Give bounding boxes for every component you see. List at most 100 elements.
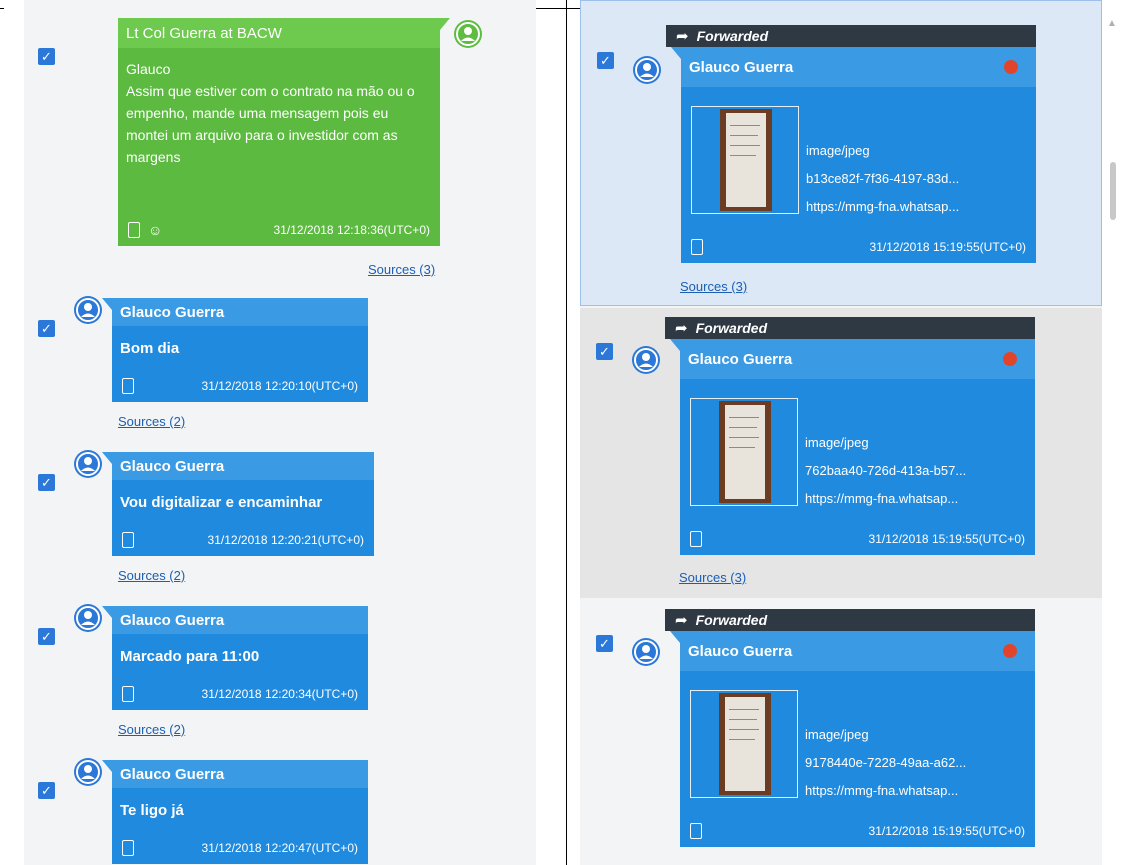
image-thumbnail[interactable] — [690, 690, 798, 798]
sender-name: Glauco Guerra — [689, 58, 794, 76]
document-image — [725, 405, 765, 499]
red-dot-icon — [1003, 644, 1017, 658]
sources-link[interactable]: Sources (2) — [118, 414, 185, 429]
phone-icon — [690, 823, 702, 839]
sender-header: Glauco Guerra — [112, 298, 368, 326]
message-timestamp: 31/12/2018 15:19:55(UTC+0) — [868, 824, 1025, 838]
message-timestamp: 31/12/2018 12:20:34(UTC+0) — [201, 687, 358, 701]
message-footer: 31/12/2018 12:20:21(UTC+0) — [122, 532, 364, 548]
bubble-tail — [102, 298, 112, 310]
forwarded-banner: ➦ Forwarded — [665, 609, 1035, 631]
message-checkbox[interactable]: ✓ — [596, 635, 613, 652]
bubble-tail — [102, 606, 112, 618]
message-footer: 31/12/2018 15:19:55(UTC+0) — [690, 531, 1025, 547]
forwarded-label: Forwarded — [696, 28, 769, 44]
message-bubble: Glauco Guerra Bom dia 31/12/2018 12:20:1… — [102, 298, 368, 402]
sources-link[interactable]: Sources (3) — [679, 570, 746, 585]
image-thumbnail[interactable] — [690, 398, 798, 506]
message-bubble: Glauco Guerra image/jpeg b13ce82f-7f36-4… — [671, 47, 1036, 263]
file-url: https://mmg-fna.whatsap... — [805, 491, 959, 506]
top-rule-middle — [530, 8, 582, 9]
file-name: 762baa40-726d-413a-b57... — [805, 463, 967, 478]
red-dot-icon — [1004, 60, 1018, 74]
text-line — [729, 447, 755, 448]
red-dot-icon — [1003, 352, 1017, 366]
text-line — [729, 709, 759, 710]
file-mime-type: image/jpeg — [805, 727, 869, 742]
text-line — [730, 135, 758, 136]
sender-name: Glauco Guerra — [688, 350, 793, 368]
text-line — [729, 427, 757, 428]
bubble-tail — [102, 760, 112, 772]
photo-preview — [720, 109, 772, 211]
text-line — [729, 739, 755, 740]
vertical-scrollbar[interactable]: ▲ — [1102, 0, 1123, 865]
file-name: b13ce82f-7f36-4197-83d... — [806, 171, 960, 186]
message-timestamp: 31/12/2018 15:19:55(UTC+0) — [869, 240, 1026, 254]
sources-link[interactable]: Sources (3) — [680, 279, 747, 294]
message-checkbox[interactable]: ✓ — [38, 474, 55, 491]
sender-name: Glauco Guerra — [120, 303, 225, 321]
message-row-selected[interactable]: ✓ ➦ Forwarded Glauco Guerra image/jpeg b… — [580, 0, 1102, 306]
user-avatar-icon — [74, 296, 102, 324]
text-line — [729, 437, 759, 438]
message-timestamp: 31/12/2018 15:19:55(UTC+0) — [868, 532, 1025, 546]
bubble-tail — [102, 452, 112, 464]
document-image — [725, 697, 765, 791]
bubble-tail — [671, 47, 681, 59]
message-checkbox[interactable]: ✓ — [597, 52, 614, 69]
text-line — [729, 719, 757, 720]
sender-name: Glauco Guerra — [120, 765, 225, 783]
forward-arrow-icon: ➦ — [676, 28, 689, 45]
sender-header: Glauco Guerra — [112, 606, 368, 634]
sources-link[interactable]: Sources (2) — [118, 568, 185, 583]
message-text: Vou digitalizar e encaminhar — [120, 494, 323, 511]
phone-icon — [690, 531, 702, 547]
bubble-tail — [440, 18, 450, 30]
message-text: Glauco Assim que estiver com o contrato … — [126, 61, 415, 165]
user-avatar-icon — [74, 758, 102, 786]
message-timestamp: 31/12/2018 12:20:21(UTC+0) — [207, 533, 364, 547]
message-checkbox[interactable]: ✓ — [38, 320, 55, 337]
user-avatar-icon — [633, 56, 661, 84]
message-footer: ☺ 31/12/2018 12:18:36(UTC+0) — [128, 222, 430, 238]
message-checkbox[interactable]: ✓ — [38, 48, 55, 65]
image-thumbnail[interactable] — [691, 106, 799, 214]
scroll-up-arrow-icon[interactable]: ▲ — [1107, 18, 1117, 29]
message-bubble: Lt Col Guerra at BACW Glauco Assim que e… — [118, 18, 450, 246]
sender-header: Glauco Guerra — [681, 47, 1036, 87]
sources-link[interactable]: Sources (2) — [118, 722, 185, 737]
user-avatar-icon — [632, 638, 660, 666]
file-name: 9178440e-7228-49aa-a62... — [805, 755, 967, 770]
message-row[interactable]: ✓ ➦ Forwarded Glauco Guerra — [580, 600, 1102, 865]
sender-name: Lt Col Guerra at BACW — [126, 24, 282, 42]
message-bubble: Glauco Guerra Marcado para 11:00 31/12/2… — [102, 606, 368, 710]
message-checkbox[interactable]: ✓ — [38, 628, 55, 645]
scrollbar-thumb[interactable] — [1110, 162, 1116, 220]
file-url: https://mmg-fna.whatsap... — [805, 783, 959, 798]
forwarded-label: Forwarded — [695, 612, 768, 628]
sources-link[interactable]: Sources (3) — [368, 262, 435, 277]
message-timestamp: 31/12/2018 12:20:47(UTC+0) — [201, 841, 358, 855]
sender-name: Glauco Guerra — [120, 611, 225, 629]
sender-header: Glauco Guerra — [112, 760, 368, 788]
message-bubble: Glauco Guerra Te ligo já 31/12/2018 12:2… — [102, 760, 368, 864]
file-mime-type: image/jpeg — [806, 143, 870, 158]
message-text: Te ligo já — [120, 802, 184, 819]
text-line — [729, 417, 759, 418]
sender-header: Lt Col Guerra at BACW — [118, 18, 440, 48]
message-bubble: Glauco Guerra image/jpeg 762baa40-726d-4… — [670, 339, 1035, 555]
message-row[interactable]: ✓ ➦ Forwarded Glauco Guerra — [580, 308, 1102, 598]
message-footer: 31/12/2018 15:19:55(UTC+0) — [690, 823, 1025, 839]
message-timestamp: 31/12/2018 12:20:10(UTC+0) — [201, 379, 358, 393]
photo-preview — [719, 693, 771, 795]
file-meta: image/jpeg 762baa40-726d-413a-b57... htt… — [805, 429, 966, 513]
forwarded-label: Forwarded — [695, 320, 768, 336]
forward-arrow-icon: ➦ — [675, 320, 688, 337]
message-footer: 31/12/2018 12:20:34(UTC+0) — [122, 686, 358, 702]
message-checkbox[interactable]: ✓ — [38, 782, 55, 799]
user-avatar-icon — [74, 604, 102, 632]
phone-icon — [122, 378, 134, 394]
panel-divider — [566, 0, 567, 865]
message-checkbox[interactable]: ✓ — [596, 343, 613, 360]
